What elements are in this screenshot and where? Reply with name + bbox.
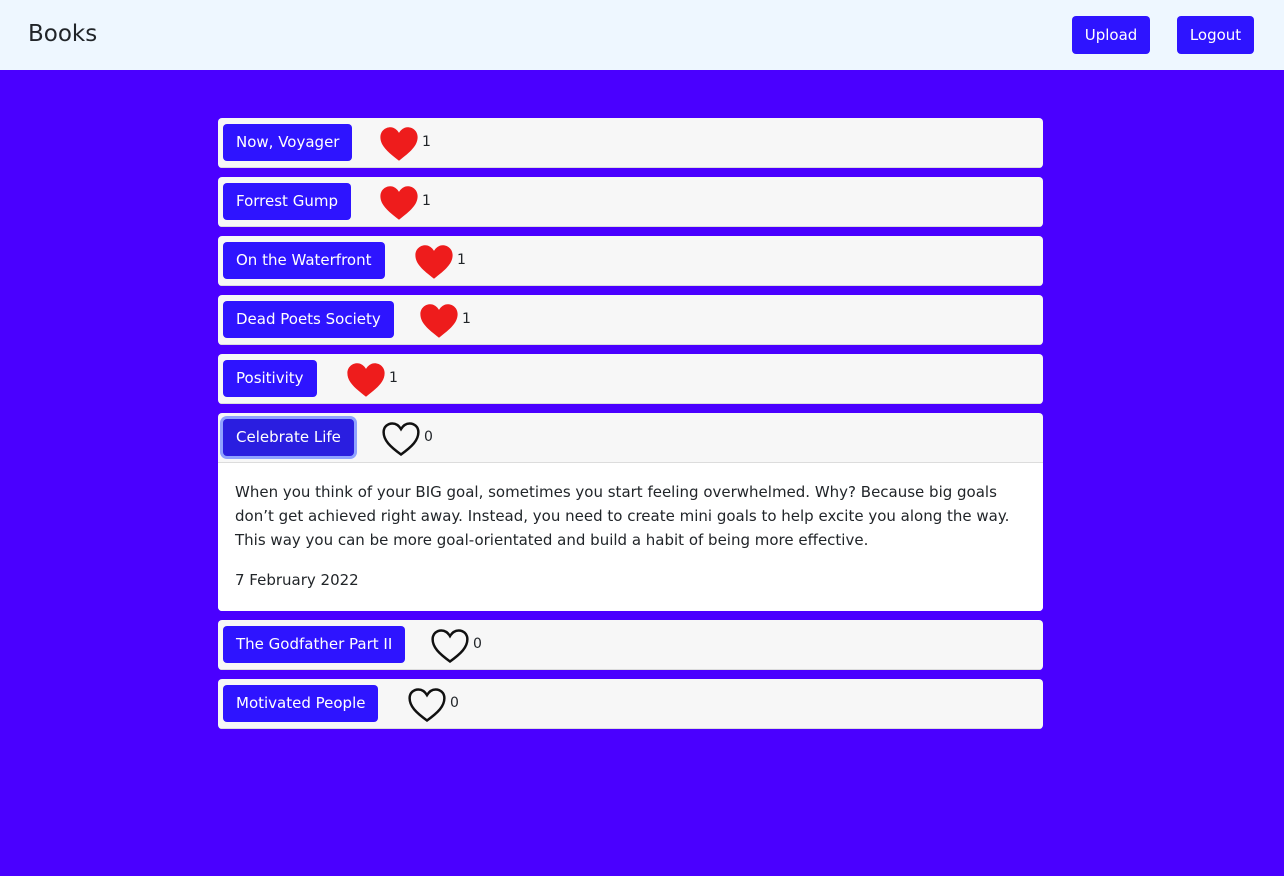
heart-filled-icon xyxy=(420,304,458,338)
book-title-button[interactable]: Dead Poets Society xyxy=(223,301,394,338)
navbar: Books Upload Logout xyxy=(0,0,1284,70)
upload-button[interactable]: Upload xyxy=(1072,16,1150,54)
book-item: Forrest Gump 1 xyxy=(218,177,1043,227)
book-date: 7 February 2022 xyxy=(235,571,359,589)
like-toggle[interactable]: 1 xyxy=(378,126,431,162)
like-toggle[interactable]: 1 xyxy=(418,303,471,339)
heart-filled-icon xyxy=(380,186,418,220)
book-item-header: Positivity 1 xyxy=(218,354,1043,404)
book-list: Now, Voyager 1 Forrest Gump 1 On the Wat… xyxy=(218,118,1043,738)
book-title-button[interactable]: Motivated People xyxy=(223,685,379,722)
heart-outline-icon xyxy=(431,629,469,664)
heart-outline-icon xyxy=(408,688,446,723)
like-count: 1 xyxy=(422,193,431,209)
book-title-button[interactable]: Celebrate Life xyxy=(223,419,354,456)
like-count: 1 xyxy=(457,252,466,268)
like-toggle[interactable]: 1 xyxy=(378,185,431,221)
heart-outline-icon xyxy=(382,422,420,457)
book-item-header: Motivated People 0 xyxy=(218,679,1043,729)
book-details: When you think of your BIG goal, sometim… xyxy=(218,463,1043,611)
like-count: 1 xyxy=(389,370,398,386)
book-item: The Godfather Part II 0 xyxy=(218,620,1043,670)
book-title-button[interactable]: The Godfather Part II xyxy=(223,626,406,663)
book-item: Dead Poets Society 1 xyxy=(218,295,1043,345)
like-toggle[interactable]: 0 xyxy=(406,687,459,723)
like-count: 0 xyxy=(450,695,459,711)
like-count: 1 xyxy=(462,311,471,327)
book-title-button[interactable]: On the Waterfront xyxy=(223,242,385,279)
like-count: 0 xyxy=(473,636,482,652)
logout-button[interactable]: Logout xyxy=(1177,16,1254,54)
book-item-header: Dead Poets Society 1 xyxy=(218,295,1043,345)
book-item: Motivated People 0 xyxy=(218,679,1043,729)
like-toggle[interactable]: 1 xyxy=(413,244,466,280)
book-item: On the Waterfront 1 xyxy=(218,236,1043,286)
brand-title[interactable]: Books xyxy=(28,18,97,50)
heart-filled-icon xyxy=(415,245,453,279)
book-title-button[interactable]: Forrest Gump xyxy=(223,183,351,220)
book-description: When you think of your BIG goal, sometim… xyxy=(235,483,1010,549)
like-toggle[interactable]: 0 xyxy=(380,421,433,457)
book-item: Positivity 1 xyxy=(218,354,1043,404)
like-toggle[interactable]: 0 xyxy=(429,628,482,664)
like-toggle[interactable]: 1 xyxy=(345,362,398,398)
like-count: 0 xyxy=(424,429,433,445)
book-item-header: Forrest Gump 1 xyxy=(218,177,1043,227)
heart-filled-icon xyxy=(347,363,385,397)
book-item-header: On the Waterfront 1 xyxy=(218,236,1043,286)
book-item-header: Celebrate Life 0 xyxy=(218,413,1043,463)
heart-filled-icon xyxy=(380,127,418,161)
like-count: 1 xyxy=(422,134,431,150)
book-item: Now, Voyager 1 xyxy=(218,118,1043,168)
book-item-expanded: Celebrate Life 0 When you think of your … xyxy=(218,413,1043,611)
book-title-button[interactable]: Positivity xyxy=(223,360,317,397)
book-item-header: The Godfather Part II 0 xyxy=(218,620,1043,670)
book-title-button[interactable]: Now, Voyager xyxy=(223,124,353,161)
book-item-header: Now, Voyager 1 xyxy=(218,118,1043,168)
